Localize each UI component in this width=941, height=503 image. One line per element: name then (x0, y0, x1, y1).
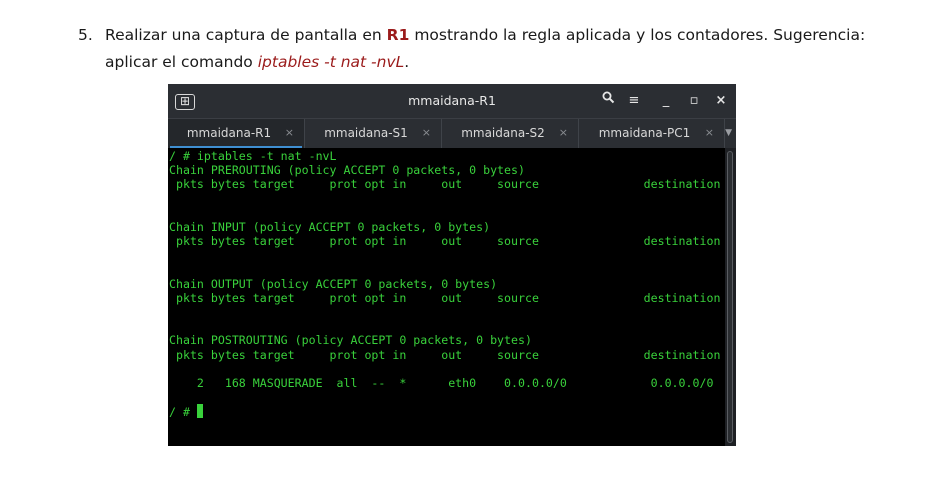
terminal-line: / # (169, 404, 720, 419)
step-text-part: aplicar el comando (105, 53, 258, 71)
tab-close-icon[interactable]: × (422, 126, 431, 139)
terminal-line: Chain INPUT (policy ACCEPT 0 packets, 0 … (169, 219, 491, 234)
router-name: R1 (386, 26, 410, 44)
tab-label: mmaidana-S2 (461, 126, 545, 140)
tab-close-icon[interactable]: × (559, 126, 568, 139)
step-text-part: . (404, 53, 410, 71)
tab-label: mmaidana-R1 (186, 126, 272, 140)
tab-close-icon[interactable]: × (705, 126, 714, 139)
window-titlebar: ⊞ mmaidana-R1 ≡ _ ▫ × (168, 84, 736, 118)
terminal-line: Chain POSTROUTING (policy ACCEPT 0 packe… (169, 333, 532, 348)
terminal-line: pkts bytes target prot opt in out source… (169, 290, 721, 305)
terminal-line: / # iptables -t nat -nvL (169, 149, 337, 163)
tab-mmaidana-s1[interactable]: mmaidana-S1 × (305, 119, 442, 148)
terminal-line: Chain PREROUTING (policy ACCEPT 0 packet… (169, 163, 525, 178)
command-text: iptables -t nat -nvL (257, 53, 405, 71)
terminal-line: 2 168 MASQUERADE all -- * eth0 0.0.0.0/0… (169, 376, 714, 390)
terminal-window-screenshot: ⊞ mmaidana-R1 ≡ _ ▫ × mmaidana-R1 × mmai… (168, 84, 736, 446)
terminal-scrollbar[interactable] (725, 148, 736, 446)
search-icon-glyph (602, 91, 614, 104)
tab-mmaidana-r1[interactable]: mmaidana-R1 × (168, 119, 305, 148)
terminal-line: Chain OUTPUT (policy ACCEPT 0 packets, 0… (169, 276, 498, 291)
close-icon[interactable]: × (714, 91, 728, 111)
terminal-line: pkts bytes target prot opt in out source… (169, 234, 721, 249)
tab-mmaidana-s2[interactable]: mmaidana-S2 × (442, 119, 579, 148)
tab-mmaidana-pc1[interactable]: mmaidana-PC1 × (579, 119, 725, 148)
tab-bar: mmaidana-R1 × mmaidana-S1 × mmaidana-S2 … (168, 118, 736, 148)
minimize-icon[interactable]: _ (659, 91, 673, 111)
terminal-line: pkts bytes target prot opt in out source… (169, 177, 721, 192)
hamburger-menu-icon[interactable]: ≡ (626, 91, 642, 111)
scrollbar-thumb[interactable] (727, 151, 733, 443)
tab-label: mmaidana-PC1 (598, 126, 691, 140)
tab-scroll-down-icon[interactable]: ▼ (725, 128, 732, 138)
step-text-part: mostrando la regla aplicada y los contad… (409, 26, 866, 44)
step-text: Realizar una captura de pantalla en R1 m… (105, 22, 895, 76)
step-text-part: Realizar una captura de pantalla en (105, 26, 387, 44)
window-title: mmaidana-R1 (408, 93, 496, 108)
maximize-icon[interactable]: ▫ (687, 91, 701, 111)
terminal-cursor (196, 404, 203, 419)
tab-close-icon[interactable]: × (285, 126, 294, 139)
step-number: 5. (78, 26, 93, 44)
terminal-lines: / # iptables -t nat -nvL Chain PREROUTING… (169, 149, 720, 419)
terminal-line: pkts bytes target prot opt in out source… (169, 347, 721, 362)
search-icon[interactable] (600, 91, 616, 111)
tab-label: mmaidana-S1 (324, 126, 408, 140)
terminal-output[interactable]: / # iptables -t nat -nvL Chain PREROUTING… (168, 148, 724, 446)
